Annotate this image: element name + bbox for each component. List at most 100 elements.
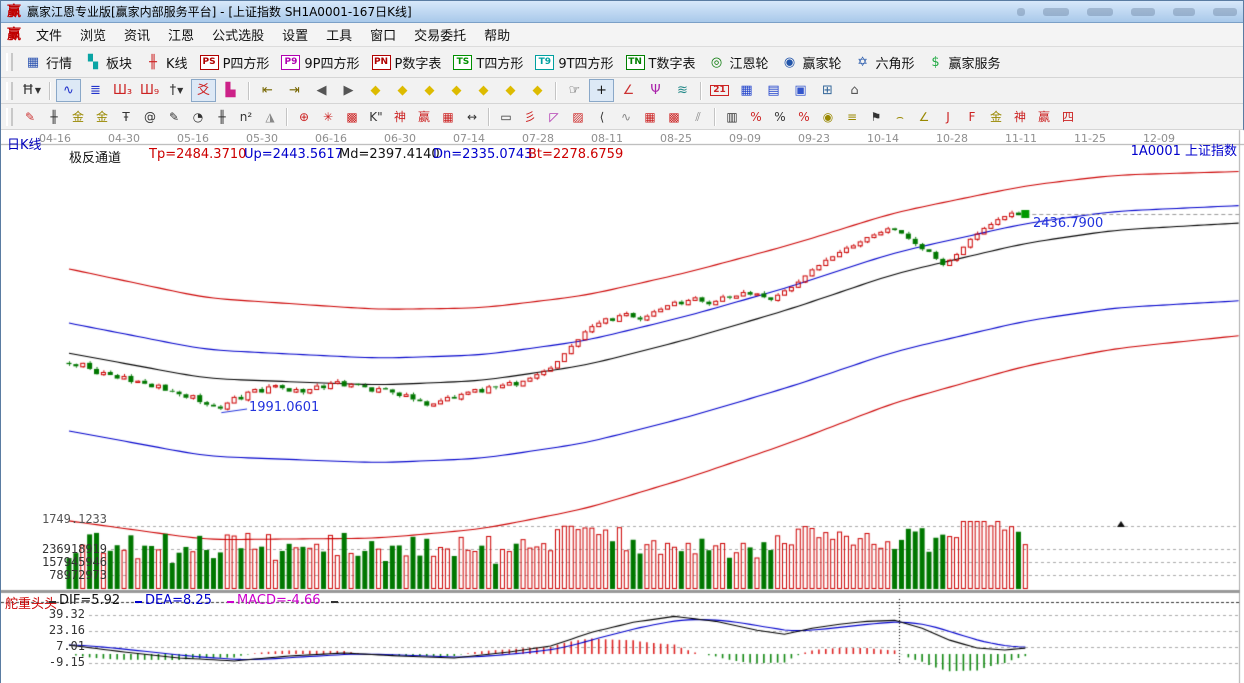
angle-rays-tool-button[interactable]: ⟨: [590, 106, 614, 128]
f-angle-tool-button[interactable]: F: [960, 106, 984, 128]
gold-angle-tool-button[interactable]: 金: [984, 106, 1008, 128]
t9-square-button[interactable]: T9 9T四方形: [529, 51, 619, 74]
gann-shape-tool-button[interactable]: Ψ: [643, 79, 668, 102]
diamond-x-button[interactable]: ◆: [444, 79, 469, 102]
pct-level-tool-button[interactable]: %: [792, 106, 816, 128]
info-note-button[interactable]: ≣: [83, 79, 108, 102]
parallel-lines-tool-button[interactable]: ⫽: [686, 106, 710, 128]
minute-3-button[interactable]: Ш₃: [110, 79, 135, 102]
system-tool-button[interactable]: ⌂: [842, 79, 867, 102]
p-number-table-button[interactable]: PN P数字表: [366, 51, 448, 74]
volume-profile-button[interactable]: ▙: [218, 79, 243, 102]
titlebar-blurred-control[interactable]: [1087, 7, 1113, 16]
win-grid-tool-button[interactable]: 赢: [412, 106, 436, 128]
hexagon-button[interactable]: ✡ 六角形: [848, 51, 921, 74]
win-angle-tool-button[interactable]: 赢: [1032, 106, 1056, 128]
calendar-button[interactable]: 21: [707, 79, 732, 102]
menu-文件[interactable]: 文件: [27, 23, 71, 46]
star-web-tool-button[interactable]: ✳: [316, 106, 340, 128]
next-page-button[interactable]: ▶: [336, 79, 361, 102]
export-button[interactable]: ⊞: [815, 79, 840, 102]
shen-angle-tool-button[interactable]: 神: [1008, 106, 1032, 128]
pattern-box-button[interactable]: 爻: [191, 79, 216, 102]
gold-line-angle-tool-button[interactable]: ∠: [912, 106, 936, 128]
arc-channel-tool-button[interactable]: ⌢: [888, 106, 912, 128]
titlebar-blurred-control[interactable]: [1043, 7, 1069, 16]
minute-9-button[interactable]: Ш₉: [137, 79, 162, 102]
grid-red2-tool-button[interactable]: ▩: [662, 106, 686, 128]
brush-tool-button[interactable]: ✎: [18, 106, 42, 128]
menu-资讯[interactable]: 资讯: [115, 23, 159, 46]
grid-lines-tool-button[interactable]: ╫: [42, 106, 66, 128]
titlebar-blurred-control[interactable]: [1213, 7, 1237, 16]
gold-grid-tool-button[interactable]: 金: [66, 106, 90, 128]
j-angle-tool-button[interactable]: J: [936, 106, 960, 128]
kline-period-dropdown-button[interactable]: Ħ ▼: [19, 79, 44, 102]
menu-交易委托[interactable]: 交易委托: [405, 23, 475, 46]
titlebar-blurred-control[interactable]: [1173, 7, 1195, 16]
spiral-tool-button[interactable]: @: [138, 106, 162, 128]
save-button[interactable]: ▣: [788, 79, 813, 102]
calculator-button[interactable]: ▦: [734, 79, 759, 102]
ruler-pencil-tool-button[interactable]: ✎: [162, 106, 186, 128]
menu-帮助[interactable]: 帮助: [475, 23, 519, 46]
sectors-button[interactable]: ▚ 板块: [78, 51, 138, 74]
t-square-button[interactable]: TS T四方形: [447, 51, 529, 74]
web-box-tool-button[interactable]: ▩: [340, 106, 364, 128]
gold-circle-tool-button[interactable]: ◉: [816, 106, 840, 128]
zigzag-tool-button[interactable]: ∿: [614, 106, 638, 128]
hand-tool-button[interactable]: ☞: [562, 79, 587, 102]
num-grid-tool-button[interactable]: ▦: [436, 106, 460, 128]
grid-red-tool-button[interactable]: ▦: [638, 106, 662, 128]
fan-lines-tool-button[interactable]: 彡: [518, 106, 542, 128]
fan-box-tool-button[interactable]: ◸: [542, 106, 566, 128]
menu-窗口[interactable]: 窗口: [361, 23, 405, 46]
wave-count-tool-button[interactable]: ≋: [670, 79, 695, 102]
gold-level-tool-button[interactable]: ≡: [840, 106, 864, 128]
menu-设置[interactable]: 设置: [273, 23, 317, 46]
titlebar[interactable]: 赢 赢家江恩专业版[赢家内部服务平台] - [上证指数 SH1A0001-167…: [1, 1, 1243, 23]
legend-indicator-name[interactable]: 极反通道: [69, 147, 121, 166]
span-arrows-tool-button[interactable]: ↔: [460, 106, 484, 128]
k-quote-tool-button[interactable]: K": [364, 106, 388, 128]
p-square-button[interactable]: PS P四方形: [194, 51, 276, 74]
hatch-tool-button[interactable]: ╫: [210, 106, 234, 128]
gold-grid2-tool-button[interactable]: 金: [90, 106, 114, 128]
notes-button[interactable]: ▤: [761, 79, 786, 102]
box-measure-tool-button[interactable]: ▭: [494, 106, 518, 128]
quotes-button[interactable]: ▦ 行情: [18, 51, 78, 74]
crosshair-tool-button[interactable]: +: [589, 79, 614, 102]
gann-wheel-button[interactable]: ◎ 江恩轮: [702, 51, 775, 74]
diamond-right-button[interactable]: ◆: [390, 79, 415, 102]
last-bar-button[interactable]: ⇥: [282, 79, 307, 102]
winner-service-button[interactable]: $ 赢家服务: [921, 51, 1007, 74]
four-angle-tool-button[interactable]: 四: [1056, 106, 1080, 128]
menu-江恩[interactable]: 江恩: [159, 23, 203, 46]
diamond-left-button[interactable]: ◆: [363, 79, 388, 102]
t-number-table-button[interactable]: TN T数字表: [620, 51, 702, 74]
titlebar-blurred-control[interactable]: [1131, 7, 1155, 16]
circle-arc-tool-button[interactable]: ◔: [186, 106, 210, 128]
percent-tool-button[interactable]: %: [768, 106, 792, 128]
shen-grid-tool-button[interactable]: 神: [388, 106, 412, 128]
flag-pencil-tool-button[interactable]: ⚑: [864, 106, 888, 128]
menu-公式选股[interactable]: 公式选股: [203, 23, 273, 46]
menu-工具[interactable]: 工具: [317, 23, 361, 46]
target-cross-tool-button[interactable]: ⊕: [292, 106, 316, 128]
diamond-cross-button[interactable]: ◆: [525, 79, 550, 102]
diamond-plus-button[interactable]: ◆: [471, 79, 496, 102]
p9-square-button[interactable]: P9 9P四方形: [275, 51, 365, 74]
diamond-star-button[interactable]: ◆: [498, 79, 523, 102]
pct-measure-tool-button[interactable]: %: [744, 106, 768, 128]
web-square-tool-button[interactable]: ▨: [566, 106, 590, 128]
diamond-h-button[interactable]: ◆: [417, 79, 442, 102]
angle-mirror-tool-button[interactable]: ◮: [258, 106, 282, 128]
measure-angle-tool-button[interactable]: ∠: [616, 79, 641, 102]
count-bars-tool-button[interactable]: ▥: [720, 106, 744, 128]
first-bar-button[interactable]: ⇤: [255, 79, 280, 102]
menu-浏览[interactable]: 浏览: [71, 23, 115, 46]
candle-style-dropdown-button[interactable]: † ▼: [164, 79, 189, 102]
f-grid-tool-button[interactable]: Ŧ: [114, 106, 138, 128]
n-square-tool-button[interactable]: n²: [234, 106, 258, 128]
prev-page-button[interactable]: ◀: [309, 79, 334, 102]
